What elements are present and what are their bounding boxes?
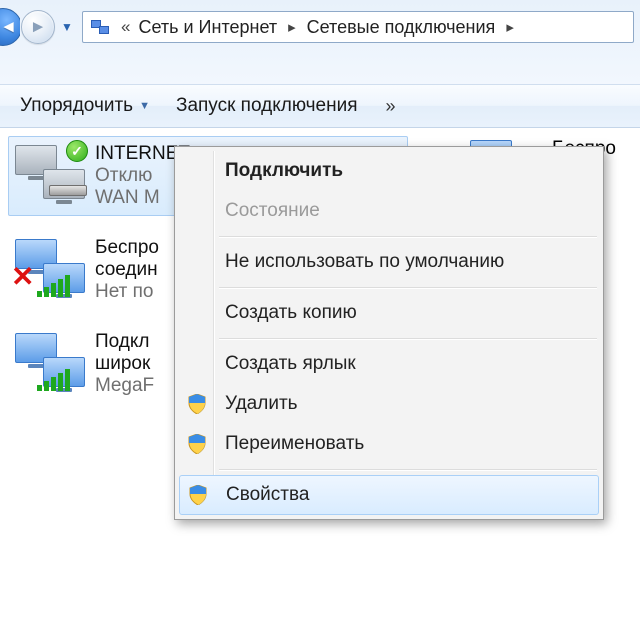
breadcrumb-separator[interactable]: ▸ (279, 12, 305, 42)
ctx-connect[interactable]: Подключить (177, 151, 601, 191)
content-area: ✓ INTERNET Отклю WAN M ✕ (0, 128, 640, 640)
recent-pages-dropdown[interactable]: ▼ (56, 20, 78, 34)
checkmark-icon: ✓ (66, 140, 88, 162)
connection-icon (15, 331, 85, 391)
ctx-no-default[interactable]: Не использовать по умолчанию (177, 242, 601, 282)
ctx-label: Не использовать по умолчанию (225, 251, 504, 273)
context-menu-separator (219, 236, 597, 237)
connection-title: Подкл (95, 331, 171, 353)
nav-back-button[interactable]: ◄ (0, 8, 20, 46)
organize-label: Упорядочить (20, 95, 133, 117)
context-menu: Подключить Состояние Не использовать по … (174, 146, 604, 520)
ctx-label: Удалить (225, 393, 298, 415)
ctx-label: Переименовать (225, 433, 364, 455)
shield-icon (189, 485, 207, 505)
arrow-left-icon: ◄ (0, 17, 17, 37)
connection-status: Нет по (95, 281, 171, 303)
connection-item-broadband[interactable]: Подкл широк MegaF (8, 324, 178, 404)
shield-icon (188, 434, 206, 454)
context-menu-separator (219, 338, 597, 339)
breadcrumb-overflow[interactable]: « (115, 17, 136, 37)
breadcrumb-separator[interactable]: ▸ (497, 12, 523, 42)
connection-item-wireless[interactable]: ✕ Беспро соедин Нет по (8, 230, 178, 310)
ctx-properties[interactable]: Свойства (179, 475, 599, 515)
arrow-right-icon: ► (30, 17, 47, 37)
breadcrumb-part[interactable]: Сеть и Интернет (136, 12, 279, 42)
connection-device: MegaF (95, 375, 171, 397)
breadcrumb-part[interactable]: Сетевые подключения (305, 12, 498, 42)
ctx-label: Создать копию (225, 302, 357, 324)
cross-icon: ✕ (11, 263, 34, 291)
ctx-label: Состояние (225, 200, 320, 222)
toolbar-overflow-button[interactable]: » (372, 96, 410, 117)
context-menu-separator (219, 469, 597, 470)
chevron-down-icon: ▼ (139, 100, 150, 112)
nav-buttons: ◄ ► ▼ (0, 8, 78, 46)
ctx-status: Состояние (177, 191, 601, 231)
connection-icon: ✓ (15, 143, 85, 203)
command-bar: Упорядочить ▼ Запуск подключения » (0, 84, 640, 128)
ctx-delete[interactable]: Удалить (177, 384, 601, 424)
ctx-create-copy[interactable]: Создать копию (177, 293, 601, 333)
shield-icon (188, 394, 206, 414)
connection-subtitle: соедин (95, 259, 171, 281)
chevron-down-icon: ▼ (61, 20, 73, 34)
ctx-label: Создать ярлык (225, 353, 356, 375)
connection-icon: ✕ (15, 237, 85, 297)
ctx-label: Подключить (225, 160, 343, 182)
nav-forward-button[interactable]: ► (21, 10, 55, 44)
ctx-label: Свойства (226, 484, 309, 506)
start-connection-button[interactable]: Запуск подключения (164, 91, 370, 121)
connection-subtitle: широк (95, 353, 171, 375)
organize-button[interactable]: Упорядочить ▼ (8, 91, 162, 121)
network-connections-icon (88, 15, 112, 39)
context-menu-separator (219, 287, 597, 288)
start-connection-label: Запуск подключения (176, 95, 358, 117)
nav-row: ◄ ► ▼ « Сеть и Интернет ▸ Сетевые подклю… (0, 0, 640, 48)
ctx-create-shortcut[interactable]: Создать ярлык (177, 344, 601, 384)
connection-title: Беспро (95, 237, 171, 259)
address-bar[interactable]: « Сеть и Интернет ▸ Сетевые подключения … (82, 11, 634, 43)
ctx-rename[interactable]: Переименовать (177, 424, 601, 464)
explorer-window: ◄ ► ▼ « Сеть и Интернет ▸ Сетевые подклю… (0, 0, 640, 640)
